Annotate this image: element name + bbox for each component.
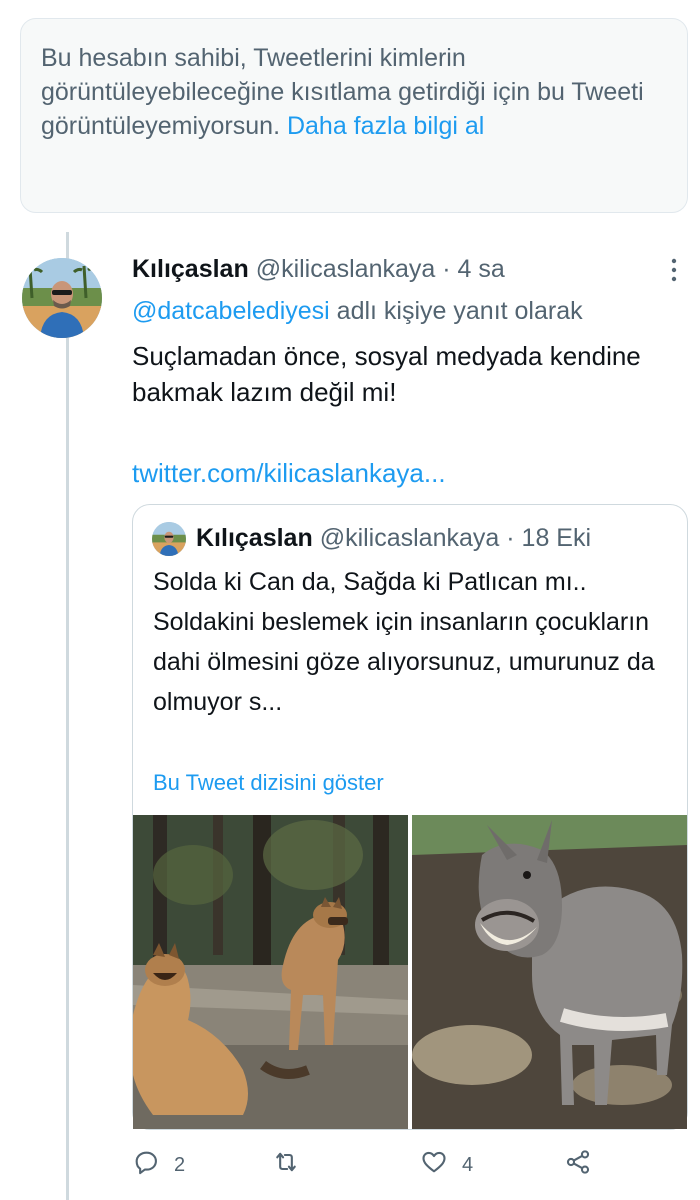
quoted-avatar — [152, 522, 186, 556]
tweet-time[interactable]: 4 sa — [458, 255, 505, 283]
author-name[interactable]: Kılıçaslan — [132, 255, 249, 283]
donkey-photo[interactable] — [412, 815, 687, 1129]
separator-dot: · — [442, 255, 451, 283]
like-count: 4 — [462, 1153, 474, 1176]
author-handle[interactable]: @kilicaslankaya — [256, 255, 436, 283]
quoted-text-line: Soldakini beslemek için insanların çocuk… — [153, 608, 655, 716]
stray-dogs-photo[interactable] — [133, 815, 408, 1129]
quoted-author-handle: @kilicaslankaya — [319, 524, 500, 552]
quoted-tweet-time: 18 Eki — [521, 524, 592, 552]
retweet-button[interactable] — [272, 1145, 314, 1185]
retweet-icon — [272, 1148, 300, 1182]
share-button[interactable] — [564, 1145, 606, 1185]
reply-button[interactable]: 2 — [132, 1145, 185, 1185]
tweet-text: Suçlamadan önce, sosyal medyada kendine … — [132, 341, 641, 407]
tweet-link[interactable]: twitter.com/kilicaslankaya... — [132, 455, 446, 491]
restricted-tweet-notice: Bu hesabın sahibi, Tweetlerini kimlerin … — [20, 18, 688, 213]
quoted-author-name: Kılıçaslan — [196, 524, 313, 552]
tweet-header: Kılıçaslan @kilicaslankaya · 4 sa — [132, 252, 505, 286]
thread-line — [66, 232, 69, 1200]
quoted-text-line: Solda ki Can da, Sağda ki Patlıcan mı.. — [153, 568, 587, 596]
show-thread-link[interactable]: Bu Tweet dizisini göster — [153, 766, 384, 800]
quoted-tweet-header: Kılıçaslan @kilicaslankaya · 18 Eki — [196, 519, 591, 557]
reply-to-label: adlı kişiye yanıt olarak — [336, 297, 583, 325]
reply-mention-link[interactable]: @datcabelediyesi — [132, 297, 330, 325]
tweet-actions: 2 4 — [132, 1145, 612, 1185]
reply-to-line: @datcabelediyesi adlı kişiye yanıt olara… — [132, 294, 583, 328]
like-button[interactable]: 4 — [420, 1145, 473, 1185]
quoted-tweet-text: Solda ki Can da, Sağda ki Patlıcan mı.. … — [153, 562, 673, 722]
separator-dot: · — [506, 524, 515, 552]
share-icon — [564, 1148, 592, 1182]
reply-icon — [132, 1148, 160, 1182]
more-vertical-icon[interactable] — [662, 256, 686, 284]
heart-icon — [420, 1148, 448, 1182]
avatar[interactable] — [22, 258, 102, 338]
learn-more-link[interactable]: Daha fazla bilgi al — [287, 112, 484, 140]
reply-count: 2 — [174, 1153, 186, 1176]
